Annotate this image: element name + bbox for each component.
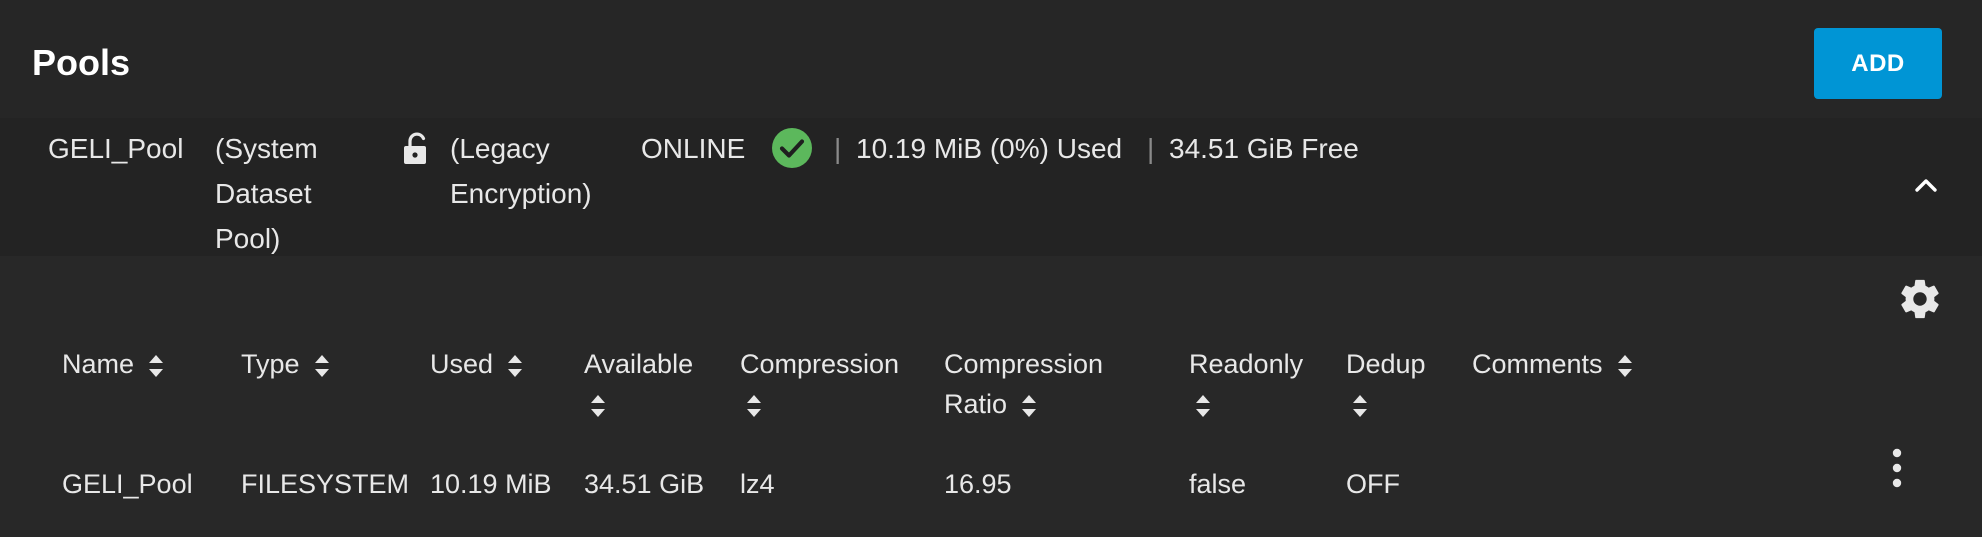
- more-vert-icon[interactable]: [1882, 444, 1912, 492]
- sort-icon: [591, 394, 605, 417]
- gear-icon[interactable]: [1897, 276, 1943, 322]
- cell-compression: lz4: [740, 469, 775, 499]
- column-header-label: Readonly: [1189, 349, 1304, 379]
- pools-page: Pools ADD GELI_Pool (System Dataset Pool…: [0, 0, 1982, 537]
- column-header-label: Dedup: [1346, 349, 1426, 379]
- chevron-up-icon[interactable]: [1910, 170, 1942, 202]
- column-header-label: Comments: [1472, 349, 1603, 379]
- sort-icon: [1196, 394, 1210, 417]
- column-header-label: Ratio: [944, 389, 1008, 419]
- cell-compression-ratio: 16.95: [944, 469, 1012, 499]
- pool-header[interactable]: GELI_Pool (System Dataset Pool) (Legacy …: [0, 118, 1982, 256]
- column-header-label: Type: [241, 349, 300, 379]
- cell-used: 10.19 MiB: [430, 469, 552, 499]
- column-header-dedup[interactable]: Dedup: [1346, 344, 1426, 424]
- column-header-compression-ratio[interactable]: Compression Ratio: [944, 344, 1103, 424]
- column-header-available[interactable]: Available: [584, 344, 693, 424]
- cell-readonly: false: [1189, 469, 1247, 499]
- column-header-compression[interactable]: Compression: [740, 344, 899, 424]
- column-header-readonly[interactable]: Readonly: [1189, 344, 1303, 424]
- column-header-name[interactable]: Name: [62, 344, 166, 384]
- system-dataset-label: (System Dataset Pool): [215, 133, 318, 254]
- pool-used: 10.19 MiB (0%) Used: [856, 133, 1123, 164]
- pool-free: 34.51 GiB Free: [1169, 133, 1359, 164]
- encryption-label: (Legacy Encryption): [450, 133, 592, 209]
- column-header-used[interactable]: Used: [430, 344, 525, 384]
- sort-icon: [1353, 394, 1367, 417]
- column-header-label: Compression: [740, 349, 900, 379]
- column-header-type[interactable]: Type: [241, 344, 332, 384]
- sort-icon: [149, 354, 164, 377]
- separator: |: [1147, 133, 1155, 164]
- column-header-label: Available: [584, 349, 694, 379]
- pool-status: ONLINE: [641, 133, 746, 164]
- column-header-comments[interactable]: Comments: [1472, 344, 1635, 384]
- sort-icon: [508, 354, 523, 377]
- sort-icon: [747, 394, 761, 417]
- column-header-label: Used: [430, 349, 494, 379]
- pool-name: GELI_Pool: [48, 133, 184, 164]
- cell-name: GELI_Pool: [62, 469, 193, 499]
- column-header-label: Compression: [944, 349, 1104, 379]
- column-header-label: Name: [62, 349, 135, 379]
- check-circle-icon: [772, 128, 812, 168]
- page-title: Pools: [32, 42, 131, 83]
- cell-dedup: OFF: [1346, 469, 1400, 499]
- sort-icon: [1022, 394, 1037, 417]
- add-pool-button[interactable]: ADD: [1814, 28, 1942, 99]
- separator: |: [834, 133, 842, 164]
- datasets-table: Name Type Used Available Compression Com…: [0, 256, 1982, 537]
- sort-icon: [1617, 354, 1632, 377]
- lock-open-icon: [404, 132, 426, 164]
- cell-type: FILESYSTEM: [241, 469, 410, 499]
- sort-icon: [314, 354, 329, 377]
- cell-available: 34.51 GiB: [584, 469, 705, 499]
